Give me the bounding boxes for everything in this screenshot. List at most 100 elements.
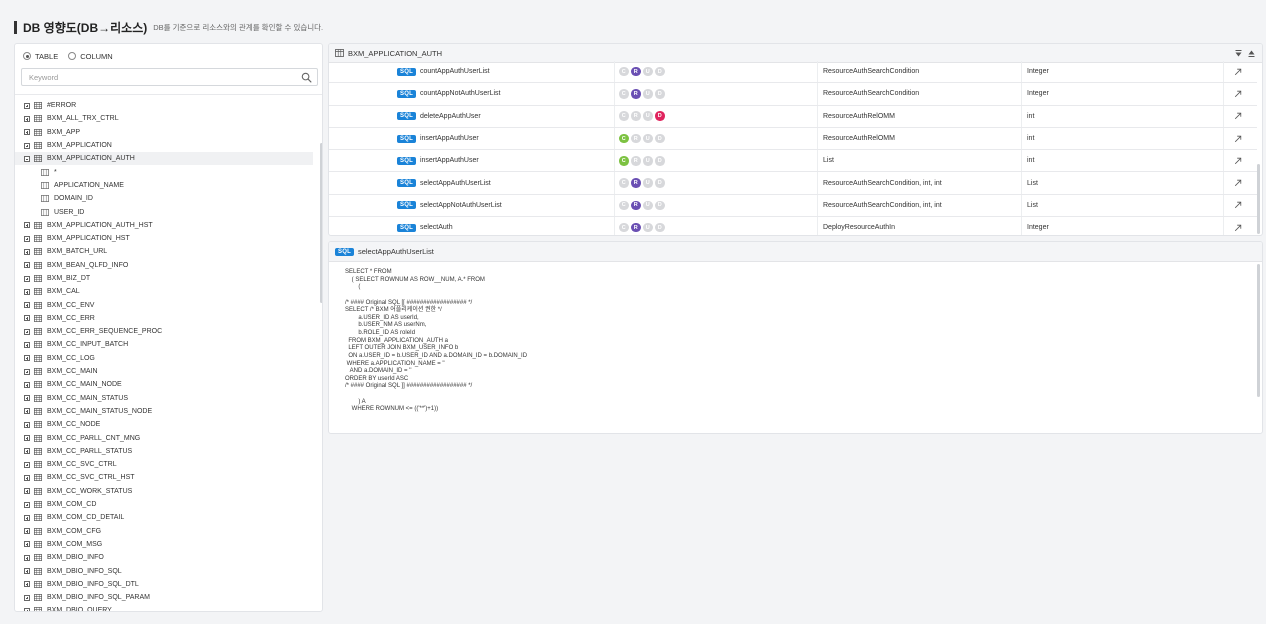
tree-table-item[interactable]: BXM_DBIO_INFO_SQL_PARAM (15, 591, 317, 604)
collapse-up-icon[interactable] (1247, 49, 1256, 58)
expand-icon[interactable] (24, 501, 30, 508)
expand-icon[interactable] (24, 488, 30, 495)
open-link-icon[interactable] (1234, 135, 1242, 143)
tree-table-item[interactable]: BXM_COM_MSG (15, 538, 317, 551)
tree-table-item[interactable]: BXM_DBIO_INFO_SQL (15, 564, 317, 577)
tree-table-item[interactable]: #ERROR (15, 99, 317, 112)
radio-column[interactable]: COLUMN (68, 52, 113, 61)
expand-icon[interactable] (24, 395, 30, 402)
expand-icon[interactable] (24, 328, 30, 335)
tree-table-item[interactable]: BXM_APPLICATION_HST (15, 232, 317, 245)
tree-table-item[interactable]: BXM_CC_WORK_STATUS (15, 485, 317, 498)
tree-table-item[interactable]: BXM_APP (15, 126, 317, 139)
tree-table-item[interactable]: BXM_APPLICATION (15, 139, 317, 152)
radio-table-dot[interactable] (23, 52, 31, 60)
tree-scrollbar[interactable] (320, 143, 322, 303)
tree-table-item[interactable]: BXM_APPLICATION_AUTH (15, 152, 313, 166)
radio-column-dot[interactable] (68, 52, 77, 60)
tree-table-item[interactable]: BXM_BATCH_URL (15, 245, 317, 258)
expand-icon[interactable] (24, 594, 30, 601)
expand-icon[interactable] (24, 528, 30, 535)
tree-table-item[interactable]: BXM_BEAN_QLFD_INFO (15, 259, 317, 272)
tree-table-item[interactable]: BXM_CAL (15, 285, 317, 298)
tree-column-item[interactable]: DOMAIN_ID (15, 192, 317, 205)
expand-icon[interactable] (24, 355, 30, 362)
open-link-icon[interactable] (1234, 157, 1242, 165)
expand-icon[interactable] (24, 129, 30, 136)
expand-icon[interactable] (24, 115, 30, 122)
expand-icon[interactable] (24, 514, 30, 521)
expand-icon[interactable] (24, 461, 30, 468)
tree-table-item[interactable]: BXM_CC_MAIN (15, 365, 317, 378)
open-link-icon[interactable] (1234, 90, 1242, 98)
expand-icon[interactable] (24, 302, 30, 309)
search-icon[interactable] (301, 72, 312, 83)
sql-row[interactable]: SQL insertAppAuthUser C R U D ResourceAuthRelO… (329, 128, 1257, 151)
tree-table-item[interactable]: BXM_CC_NODE (15, 418, 317, 431)
tree-table-item[interactable]: BXM_APPLICATION_AUTH_HST (15, 219, 317, 232)
sql-row[interactable]: SQL deleteAppAuthUser C R U D ResourceAuthRelO… (329, 106, 1257, 128)
expand-icon[interactable] (24, 607, 30, 611)
expand-icon[interactable] (24, 421, 30, 428)
tree-table-item[interactable]: BXM_DBIO_INFO_SQL_DTL (15, 578, 317, 591)
sql-detail-scrollbar[interactable] (1257, 264, 1260, 397)
tree-table-item[interactable]: BXM_CC_MAIN_STATUS (15, 392, 317, 405)
expand-icon[interactable] (24, 381, 30, 388)
collapse-icon[interactable] (24, 155, 30, 162)
open-link-icon[interactable] (1234, 179, 1242, 187)
sql-row[interactable]: SQL countAppAuthUserList C R U D ResourceAuthS… (329, 61, 1257, 84)
expand-icon[interactable] (24, 275, 30, 282)
tree-table-item[interactable]: BXM_COM_CD_DETAIL (15, 511, 317, 524)
tree-column-item[interactable]: APPLICATION_NAME (15, 179, 317, 192)
sql-row[interactable]: SQL selectAppAuthUserList C R U D ResourceAuth… (329, 172, 1257, 195)
radio-table[interactable]: TABLE (23, 52, 58, 61)
tree-table-item[interactable]: BXM_CC_MAIN_NODE (15, 378, 317, 391)
sql-row[interactable]: SQL countAppNotAuthUserList C R U D ResourceAu… (329, 83, 1257, 106)
tree-table-item[interactable]: BXM_CC_PARLL_CNT_MNG (15, 431, 317, 444)
expand-icon[interactable] (24, 408, 30, 415)
expand-icon[interactable] (24, 474, 30, 481)
tree-column-item[interactable]: * (15, 165, 317, 178)
expand-icon[interactable] (24, 288, 30, 295)
expand-icon[interactable] (24, 554, 30, 561)
tree-table-item[interactable]: BXM_CC_SVC_CTRL_HST (15, 471, 317, 484)
tree-table-item[interactable]: BXM_CC_INPUT_BATCH (15, 338, 317, 351)
expand-icon[interactable] (24, 248, 30, 255)
expand-icon[interactable] (24, 435, 30, 442)
expand-icon[interactable] (24, 568, 30, 575)
expand-icon[interactable] (24, 448, 30, 455)
expand-icon[interactable] (24, 222, 30, 229)
collapse-down-icon[interactable] (1234, 49, 1243, 58)
open-link-icon[interactable] (1234, 112, 1242, 120)
expand-icon[interactable] (24, 102, 30, 109)
expand-icon[interactable] (24, 341, 30, 348)
tree-table-item[interactable]: BXM_ALL_TRX_CTRL (15, 112, 317, 125)
expand-icon[interactable] (24, 541, 30, 548)
expand-icon[interactable] (24, 262, 30, 269)
tree-table-item[interactable]: BXM_CC_SVC_CTRL (15, 458, 317, 471)
tree-table-item[interactable]: BXM_CC_PARLL_STATUS (15, 445, 317, 458)
sql-list-scrollbar[interactable] (1257, 164, 1260, 234)
tree-column-item[interactable]: USER_ID (15, 205, 317, 218)
expand-icon[interactable] (24, 142, 30, 149)
open-link-icon[interactable] (1234, 201, 1242, 209)
expand-icon[interactable] (24, 581, 30, 588)
tree-table-item[interactable]: BXM_CC_LOG (15, 352, 317, 365)
open-link-icon[interactable] (1234, 224, 1242, 232)
expand-icon[interactable] (24, 235, 30, 242)
tree-table-item[interactable]: BXM_COM_CFG (15, 525, 317, 538)
tree-table-item[interactable]: BXM_CC_ERR_SEQUENCE_PROC (15, 325, 317, 338)
expand-icon[interactable] (24, 368, 30, 375)
tree-table-item[interactable]: BXM_CC_ENV (15, 298, 317, 311)
tree-table-item[interactable]: BXM_COM_CD (15, 498, 317, 511)
sql-row[interactable]: SQL selectAppNotAuthUserList C R U D ResourceA… (329, 195, 1257, 218)
tree-table-item[interactable]: BXM_BIZ_DT (15, 272, 317, 285)
tree-table-item[interactable]: BXM_DBIO_QUERY (15, 604, 317, 611)
tree-table-item[interactable]: BXM_CC_MAIN_STATUS_NODE (15, 405, 317, 418)
tree-table-item[interactable]: BXM_DBIO_INFO (15, 551, 317, 564)
sql-row[interactable]: SQL insertAppAuthUser C R U D List int (329, 150, 1257, 173)
sql-row[interactable]: SQL selectAuth C R U D DeployResourceAuthIn Int… (329, 217, 1257, 235)
expand-icon[interactable] (24, 315, 30, 322)
search-input[interactable] (22, 69, 292, 85)
tree-table-item[interactable]: BXM_CC_ERR (15, 312, 317, 325)
